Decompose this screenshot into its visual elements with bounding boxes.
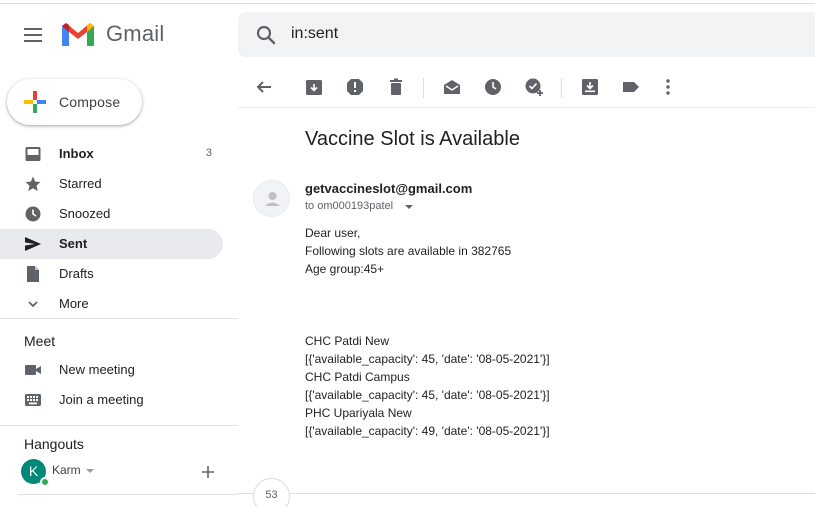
search-input[interactable]: in:sent <box>291 25 338 43</box>
message-body-line: PHC Upariyala New <box>305 406 412 420</box>
unread-count: 3 <box>205 147 212 159</box>
show-details-icon[interactable] <box>405 205 413 209</box>
sender-avatar <box>253 180 290 217</box>
message-toolbar <box>238 66 815 108</box>
compose-button[interactable]: Compose <box>7 79 142 125</box>
recipient-line: to om000193patel <box>305 200 394 212</box>
hangouts-section-title: Hangouts <box>24 436 84 452</box>
join-meeting-button[interactable]: Join a meeting <box>0 385 238 415</box>
sidebar-divider <box>0 425 238 426</box>
meet-item-label: New meeting <box>59 362 135 377</box>
sidebar-item-snoozed[interactable]: Snoozed <box>0 199 223 229</box>
hangouts-user-name[interactable]: Karm <box>52 463 81 477</box>
draft-icon <box>27 266 39 282</box>
top-border <box>0 0 815 4</box>
message-body-line: Age group:45+ <box>305 262 385 276</box>
plus-icon <box>24 91 46 113</box>
sidebar-item-more[interactable]: More <box>0 289 223 319</box>
keyboard-icon <box>25 394 41 406</box>
caret-down-icon[interactable] <box>86 469 94 473</box>
archive-icon[interactable] <box>304 77 324 97</box>
clock-icon <box>25 206 41 222</box>
sidebar-nav: Inbox 3 Starred Snoozed Sent Drafts More <box>0 139 238 319</box>
message-body-line: Following slots are available in 382765 <box>305 244 512 258</box>
sidebar-item-label: Snoozed <box>59 206 111 221</box>
message-body-line: [{'available_capacity': 49, 'date': '08-… <box>305 424 550 438</box>
sidebar-item-label: Inbox <box>59 146 94 161</box>
sidebar-item-label: Sent <box>59 236 88 251</box>
compose-label: Compose <box>59 94 121 110</box>
meet-item-label: Join a meeting <box>59 392 144 407</box>
delete-icon[interactable] <box>386 77 406 97</box>
main-menu-button[interactable] <box>18 22 48 48</box>
message-body-line: [{'available_capacity': 45, 'date': '08-… <box>305 388 550 402</box>
sender-email[interactable]: getvaccineslot@gmail.com <box>305 181 472 196</box>
online-status-icon <box>40 477 50 487</box>
more-options-icon[interactable] <box>658 77 678 97</box>
star-icon <box>25 176 41 191</box>
add-icon[interactable] <box>199 463 217 481</box>
move-to-icon[interactable] <box>580 77 600 97</box>
sidebar-item-label: Drafts <box>59 266 94 281</box>
message-body-line: [{'available_capacity': 45, 'date': '08-… <box>305 352 550 366</box>
thread-divider <box>238 493 815 494</box>
videocam-icon <box>25 365 41 375</box>
sidebar-item-starred[interactable]: Starred <box>0 169 223 199</box>
snooze-icon[interactable] <box>483 77 503 97</box>
sidebar-divider <box>0 318 238 319</box>
sidebar-item-drafts[interactable]: Drafts <box>0 259 223 289</box>
mark-unread-icon[interactable] <box>442 77 462 97</box>
search-bar[interactable]: in:sent <box>238 12 815 57</box>
new-meeting-button[interactable]: New meeting <box>0 355 238 385</box>
label-icon[interactable] <box>621 77 641 97</box>
message-body-line: CHC Patdi Campus <box>305 370 410 384</box>
back-arrow-icon[interactable] <box>254 77 274 97</box>
inbox-icon <box>25 147 41 161</box>
app-name: Gmail <box>106 21 165 46</box>
add-to-tasks-icon[interactable] <box>524 77 544 97</box>
person-icon <box>265 192 280 206</box>
report-spam-icon[interactable] <box>345 77 365 97</box>
sidebar-divider <box>18 494 238 495</box>
sidebar-item-inbox[interactable]: Inbox 3 <box>0 139 223 169</box>
toolbar-divider <box>561 78 562 98</box>
message-body-line: CHC Patdi New <box>305 334 390 348</box>
gmail-logo[interactable]: Gmail <box>60 20 164 48</box>
search-icon[interactable] <box>254 23 278 47</box>
message-body-line: Dear user, <box>305 226 361 240</box>
sidebar-item-label: Starred <box>59 176 102 191</box>
chevron-down-icon <box>28 301 38 308</box>
toolbar-divider <box>423 78 424 98</box>
send-icon <box>25 237 41 251</box>
sidebar-item-label: More <box>59 296 89 311</box>
message-subject: Vaccine Slot is Available <box>305 128 520 150</box>
collapsed-messages-count[interactable]: 53 <box>253 478 290 507</box>
meet-section-title: Meet <box>24 333 56 349</box>
gmail-m-icon <box>62 23 94 46</box>
sidebar-item-sent[interactable]: Sent <box>0 229 223 259</box>
